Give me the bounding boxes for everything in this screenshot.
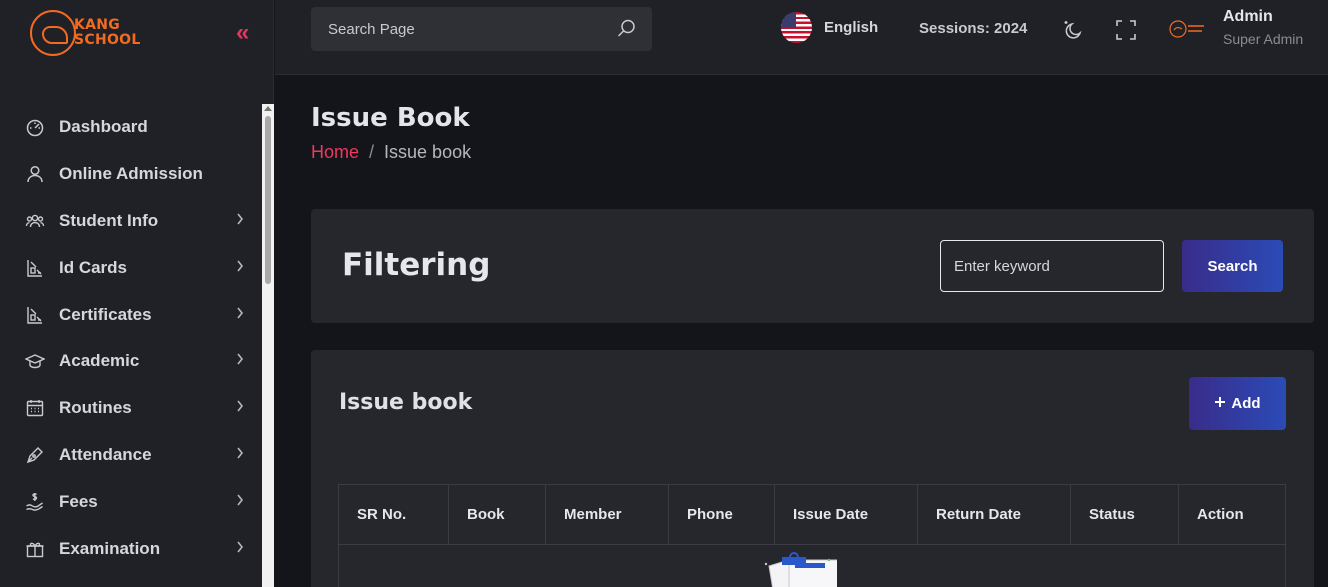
sidebar-item-attendance[interactable]: Attendance <box>0 432 262 479</box>
id-card-icon <box>25 258 45 278</box>
logo-text-bottom: SCHOOL <box>74 32 141 48</box>
user-icon <box>25 164 45 184</box>
column-header-issue-date[interactable]: Issue Date <box>774 484 918 545</box>
sidebar-item-fees[interactable]: Fees <box>0 478 262 525</box>
us-flag-icon <box>781 12 812 43</box>
sidebar-item-student-info[interactable]: Student Info <box>0 198 262 245</box>
chevron-right-icon <box>236 399 244 417</box>
scroll-up-arrow-icon[interactable] <box>264 106 272 111</box>
fullscreen-icon[interactable] <box>1115 19 1137 41</box>
chevron-right-icon <box>236 446 244 464</box>
sidebar-item-label: Examination <box>59 538 161 558</box>
calendar-icon <box>25 398 45 418</box>
search-icon[interactable] <box>617 19 636 43</box>
sidebar-scrollbar-thumb[interactable] <box>265 116 271 284</box>
money-icon <box>25 492 45 512</box>
column-header-phone[interactable]: Phone <box>668 484 775 545</box>
session-selector[interactable]: Sessions: 2024 <box>919 20 1027 37</box>
search-button[interactable]: Search <box>1182 240 1283 292</box>
dashboard-icon <box>25 117 45 137</box>
dark-mode-icon[interactable] <box>1062 19 1084 41</box>
top-header: English Sessions: 2024 Admin Super Admin <box>275 0 1328 75</box>
sidebar-item-academic[interactable]: Academic <box>0 338 262 385</box>
collapse-sidebar-button[interactable]: « <box>236 20 249 46</box>
pen-icon <box>25 445 45 465</box>
user-avatar[interactable] <box>1168 17 1208 41</box>
user-name[interactable]: Admin <box>1223 8 1273 26</box>
sidebar-item-label: Id Cards <box>59 257 128 277</box>
column-header-book[interactable]: Book <box>448 484 546 545</box>
language-selector[interactable]: English <box>781 12 878 43</box>
breadcrumb-current: Issue book <box>384 142 472 162</box>
sidebar-nav: Dashboard Online Admission Student Info … <box>0 104 262 572</box>
sidebar-item-online-admission[interactable]: Online Admission <box>0 151 262 198</box>
add-button-label: Add <box>1231 395 1261 412</box>
sidebar-item-label: Student Info <box>59 210 159 230</box>
chevron-right-icon <box>236 352 244 370</box>
issue-book-card: Issue book Add SR No. Book Member Phone … <box>311 350 1314 587</box>
user-role: Super Admin <box>1223 31 1304 47</box>
sidebar-item-dashboard[interactable]: Dashboard <box>0 104 262 151</box>
filter-title: Filtering <box>342 247 491 283</box>
add-button[interactable]: Add <box>1189 377 1286 430</box>
users-icon <box>25 211 45 231</box>
sidebar-item-label: Academic <box>59 351 140 371</box>
chevron-right-icon <box>236 212 244 230</box>
sidebar-item-label: Routines <box>59 398 132 418</box>
column-header-sr-no[interactable]: SR No. <box>338 484 449 545</box>
table-header-row: SR No. Book Member Phone Issue Date Retu… <box>338 484 1286 545</box>
issue-book-title: Issue book <box>339 390 473 415</box>
column-header-status[interactable]: Status <box>1070 484 1179 545</box>
sidebar-item-id-cards[interactable]: Id Cards <box>0 244 262 291</box>
plus-icon <box>1214 395 1226 412</box>
filter-card: Filtering Search <box>311 209 1314 323</box>
sidebar-item-certificates[interactable]: Certificates <box>0 291 262 338</box>
page-title: Issue Book <box>311 103 470 133</box>
sidebar-item-label: Attendance <box>59 444 152 464</box>
chevron-right-icon <box>236 540 244 558</box>
column-header-return-date[interactable]: Return Date <box>917 484 1071 545</box>
column-header-action[interactable]: Action <box>1178 484 1286 545</box>
breadcrumb: Home / Issue book <box>311 142 471 163</box>
breadcrumb-home-link[interactable]: Home <box>311 142 359 163</box>
keyword-input[interactable] <box>940 240 1164 292</box>
certificate-icon <box>25 305 45 325</box>
search-input[interactable] <box>328 20 608 38</box>
sidebar-item-label: Certificates <box>59 304 152 324</box>
sidebar-item-routines[interactable]: Routines <box>0 385 262 432</box>
sidebar-item-label: Online Admission <box>59 164 203 184</box>
sidebar-item-examination[interactable]: Examination <box>0 525 262 572</box>
school-logo[interactable]: KANG SCHOOL <box>30 8 150 58</box>
sidebar-item-label: Dashboard <box>59 117 148 137</box>
chevron-right-icon <box>236 259 244 277</box>
column-header-member[interactable]: Member <box>545 484 669 545</box>
breadcrumb-separator: / <box>369 142 375 162</box>
chevron-right-icon <box>236 306 244 324</box>
kangaroo-logo-icon <box>30 10 76 56</box>
page-search[interactable] <box>311 7 652 51</box>
graduation-cap-icon <box>25 351 45 371</box>
chevron-right-icon <box>236 493 244 511</box>
empty-clipboard-icon <box>737 550 849 587</box>
logo-text-top: KANG <box>74 17 121 33</box>
sidebar: KANG SCHOOL « Dashboard Online Admission… <box>0 0 274 587</box>
language-label: English <box>824 19 879 36</box>
gift-box-icon <box>25 539 45 559</box>
sidebar-item-label: Fees <box>59 491 98 511</box>
